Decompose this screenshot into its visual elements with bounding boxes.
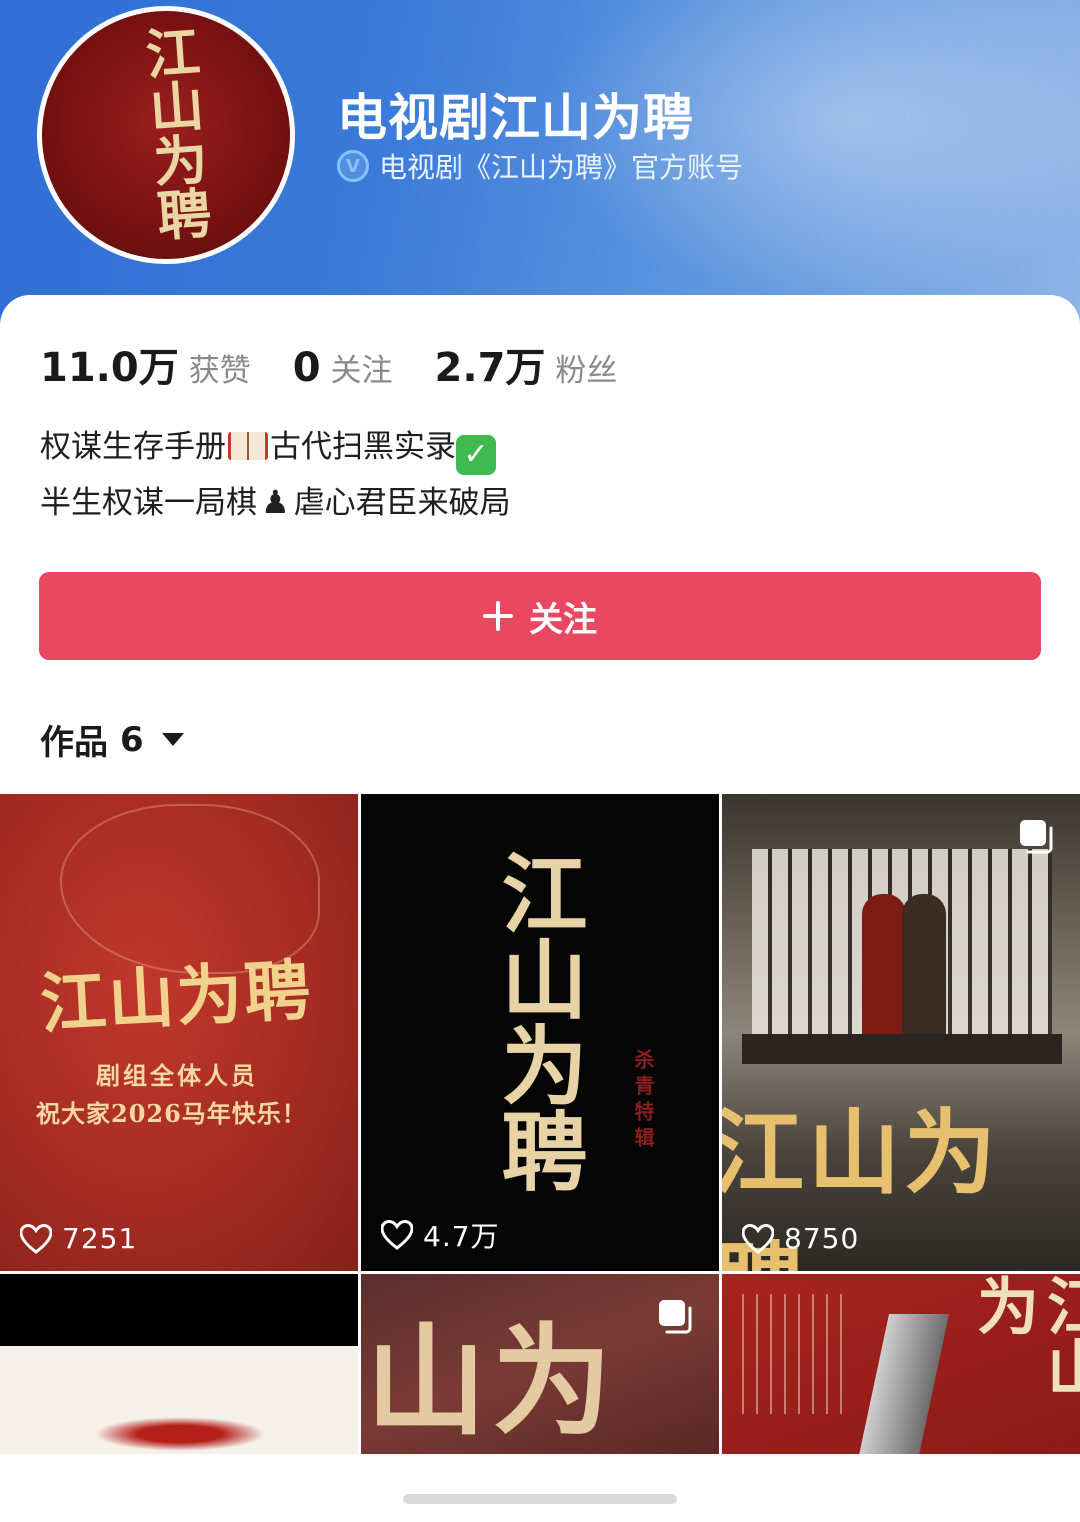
stat-followers[interactable]: 2.7万 粉丝 (435, 335, 618, 393)
open-book-icon (228, 432, 268, 460)
multi-image-icon (1020, 820, 1053, 854)
avatar[interactable]: 江山为聘 (37, 6, 295, 264)
plus-icon (483, 601, 513, 631)
multi-image-icon (659, 1300, 692, 1334)
bio-line-2-part-a: 半生权谋一局棋 (40, 485, 257, 521)
likes-count: 7251 (62, 1222, 138, 1255)
works-label: 作品 (40, 723, 108, 763)
verified-badge-icon: V (337, 150, 369, 182)
avatar-calligraphy: 江山为聘 (134, 22, 214, 243)
account-name: 电视剧江山为聘 (337, 89, 694, 147)
home-indicator[interactable] (403, 1494, 677, 1504)
heart-icon (742, 1223, 774, 1254)
poster-figure (902, 894, 946, 1054)
heart-icon (20, 1223, 52, 1254)
poster-text-columns (742, 1294, 852, 1414)
post-likes: 7251 (20, 1222, 137, 1255)
poster-title: 江山为聘 (38, 950, 315, 1044)
posts-grid: 江山为聘 剧组全体人员 祝大家2026马年快乐！ 7251 江山为聘 杀青特辑 … (0, 794, 1080, 1454)
works-count: 6 (120, 719, 144, 760)
stat-following-value: 0 (292, 345, 321, 391)
bio-line-2-part-b: 虐心君臣来破局 (293, 485, 511, 521)
bottom-bar (0, 1454, 1080, 1522)
post-tile[interactable]: 山为 (361, 1274, 719, 1454)
stat-followers-value: 2.7万 (434, 345, 546, 391)
poster-figure (862, 894, 906, 1054)
follow-button[interactable]: 关注 (39, 572, 1041, 660)
post-tile[interactable] (0, 1274, 358, 1454)
bio-line-2: 半生权谋一局棋 ♟ 虐心君臣来破局 (40, 475, 511, 531)
poster-title: 江山为 (966, 1274, 1080, 1398)
poster-caption: 祝大家2026马年快乐！ (36, 1099, 307, 1128)
stat-followers-label: 粉丝 (555, 353, 618, 389)
post-tile[interactable]: 江山为聘 杀青特辑 4.7万 (361, 794, 719, 1271)
post-likes: 8750 (742, 1222, 859, 1255)
post-tile[interactable]: 江山为 (722, 1274, 1080, 1454)
stat-likes-label: 获赞 (188, 353, 251, 389)
stat-following[interactable]: 0 关注 (293, 345, 393, 391)
check-mark-icon: ✓ (456, 434, 496, 475)
follow-button-label: 关注 (529, 599, 597, 640)
poster-title: 江山为聘 (486, 849, 587, 1193)
verification-row: V 电视剧《江山为聘》官方账号 (337, 146, 743, 186)
heart-icon (381, 1220, 413, 1250)
bio: 权谋生存手册 古代扫黑实录 ✓ 半生权谋一局棋 ♟ 虐心君臣来破局 (40, 420, 511, 531)
bio-line-1: 权谋生存手册 古代扫黑实录 ✓ (40, 420, 511, 475)
verified-description: 电视剧《江山为聘》官方账号 (379, 151, 744, 184)
poster-caption: 杀青特辑 (631, 1049, 655, 1153)
stat-following-label: 关注 (330, 353, 393, 389)
profile-header: 江山为聘 电视剧江山为聘 V 电视剧《江山为聘》官方账号 (0, 0, 1080, 330)
poster-table (742, 1034, 1062, 1064)
poster-title: 山为 (366, 1311, 618, 1452)
poster-sword (854, 1314, 950, 1454)
bio-line-1-part-a: 权谋生存手册 (40, 429, 226, 465)
post-tile[interactable]: 江山为聘 剧组全体人员 祝大家2026马年快乐！ 7251 (0, 794, 358, 1271)
post-tile[interactable]: 江山为聘 8750 (722, 794, 1080, 1271)
poster-caption: 剧组全体人员 (96, 1061, 258, 1090)
poster-artwork (80, 1414, 280, 1454)
likes-count: 4.7万 (423, 1220, 500, 1253)
post-likes: 4.7万 (381, 1215, 500, 1255)
bio-line-1-part-b: 古代扫黑实录 (270, 429, 456, 465)
stat-likes[interactable]: 11.0万 获赞 (40, 335, 251, 393)
works-tab[interactable]: 作品 6 (40, 715, 184, 764)
chess-pawn-icon: ♟ (261, 483, 290, 521)
stat-likes-value: 11.0万 (40, 345, 179, 391)
caret-down-icon (161, 733, 184, 746)
likes-count: 8750 (784, 1222, 860, 1255)
stats-row: 11.0万 获赞 0 关注 2.7万 粉丝 (40, 335, 659, 393)
